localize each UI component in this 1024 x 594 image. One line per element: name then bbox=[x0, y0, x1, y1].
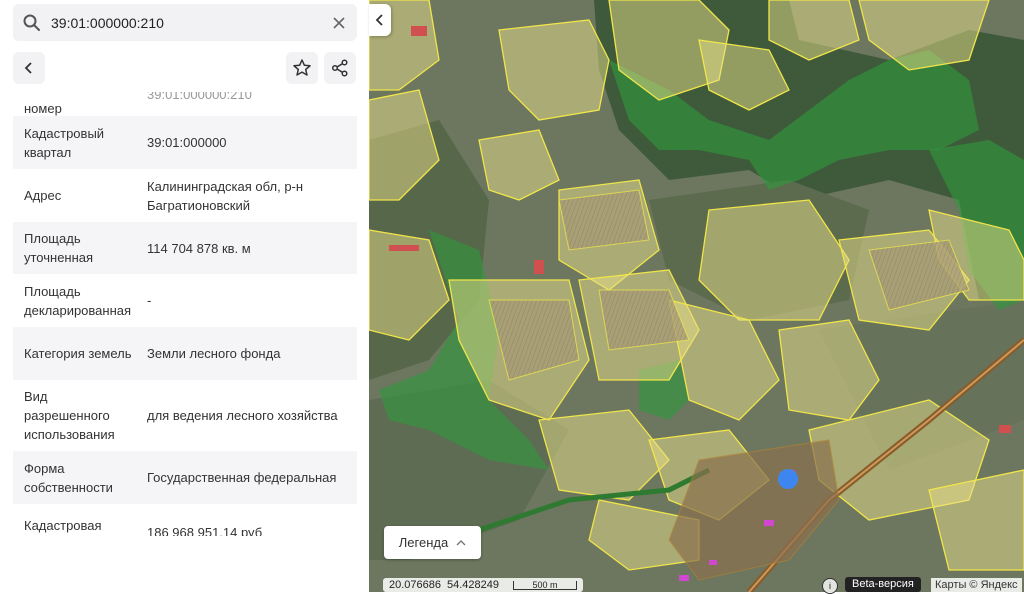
info-label: Площадь декларированная bbox=[24, 283, 132, 318]
search-bar bbox=[13, 4, 357, 41]
coord-x: 20.076686 bbox=[389, 579, 441, 591]
info-row: Кадастровая 186 968 951,14 руб bbox=[13, 504, 357, 536]
info-value: - bbox=[147, 293, 152, 308]
info-list: номер 39:01:000000:210 Кадастровый кварт… bbox=[13, 92, 357, 536]
info-value: 39:01:000000 bbox=[147, 135, 227, 150]
info-value: Земли лесного фонда bbox=[147, 346, 281, 361]
info-label: Категория земель bbox=[24, 346, 132, 361]
info-row-number: номер 39:01:000000:210 bbox=[13, 92, 357, 116]
info-panel: номер 39:01:000000:210 Кадастровый кварт… bbox=[0, 0, 369, 592]
chevron-left-icon bbox=[375, 14, 383, 26]
share-button[interactable] bbox=[324, 52, 356, 84]
info-label: Кадастровая bbox=[24, 518, 102, 533]
beta-badge[interactable]: Beta-версия bbox=[845, 577, 921, 592]
info-row: Категория земель Земли лесного фонда bbox=[13, 327, 357, 380]
info-value: для ведения лесного хозяйства bbox=[147, 408, 338, 423]
chevron-left-icon bbox=[24, 62, 32, 74]
close-icon[interactable] bbox=[329, 13, 349, 33]
share-icon bbox=[331, 59, 348, 77]
info-label: номер bbox=[24, 101, 62, 116]
search-input[interactable] bbox=[51, 4, 331, 41]
collapse-panel-button[interactable] bbox=[369, 4, 391, 36]
info-value: 114 704 878 кв. м bbox=[147, 240, 251, 256]
scale-ruler: 500 m bbox=[513, 580, 577, 590]
star-icon bbox=[293, 59, 311, 76]
info-label: Адрес bbox=[24, 188, 62, 203]
info-label: Площадь уточненная bbox=[24, 231, 94, 265]
info-value: Государственная федеральная bbox=[147, 470, 337, 485]
location-marker[interactable] bbox=[778, 469, 798, 489]
coord-y: 54.428249 bbox=[447, 579, 499, 591]
info-value: Калининградская обл, р-н Багратионовский bbox=[147, 178, 304, 213]
coordinates-readout: 20.076686 54.428249 500 m bbox=[383, 578, 583, 592]
copyright-text[interactable]: Карты © Яндекс bbox=[931, 578, 1022, 592]
info-row: Форма собственности Государственная федер… bbox=[13, 451, 357, 504]
info-row: Адрес Калининградская обл, р-н Багратионо… bbox=[13, 169, 357, 222]
info-row: Кадастровый квартал 39:01:000000 bbox=[13, 116, 357, 169]
info-row: Вид разрешенного использования для ведени… bbox=[13, 380, 357, 451]
info-row: Площадь декларированная - bbox=[13, 274, 357, 327]
satellite-map-image bbox=[369, 0, 1024, 592]
info-value: 39:01:000000:210 bbox=[147, 92, 252, 102]
panel-footer bbox=[0, 536, 369, 592]
back-button[interactable] bbox=[13, 52, 45, 84]
info-value: 186 968 951,14 руб bbox=[147, 525, 263, 536]
info-label: Форма собственности bbox=[24, 460, 113, 495]
scale-label: 500 m bbox=[513, 580, 577, 590]
search-icon bbox=[23, 14, 40, 31]
legend-label: Легенда bbox=[398, 535, 449, 550]
info-label: Кадастровый квартал bbox=[24, 125, 105, 160]
legend-button[interactable]: Легенда bbox=[384, 526, 481, 559]
info-label: Вид разрешенного использования bbox=[24, 389, 115, 442]
chevron-up-icon bbox=[456, 539, 466, 545]
map-view[interactable] bbox=[369, 0, 1024, 592]
info-row: Площадь уточненная 114 704 878 кв. м bbox=[13, 222, 357, 274]
favorite-button[interactable] bbox=[286, 52, 318, 84]
